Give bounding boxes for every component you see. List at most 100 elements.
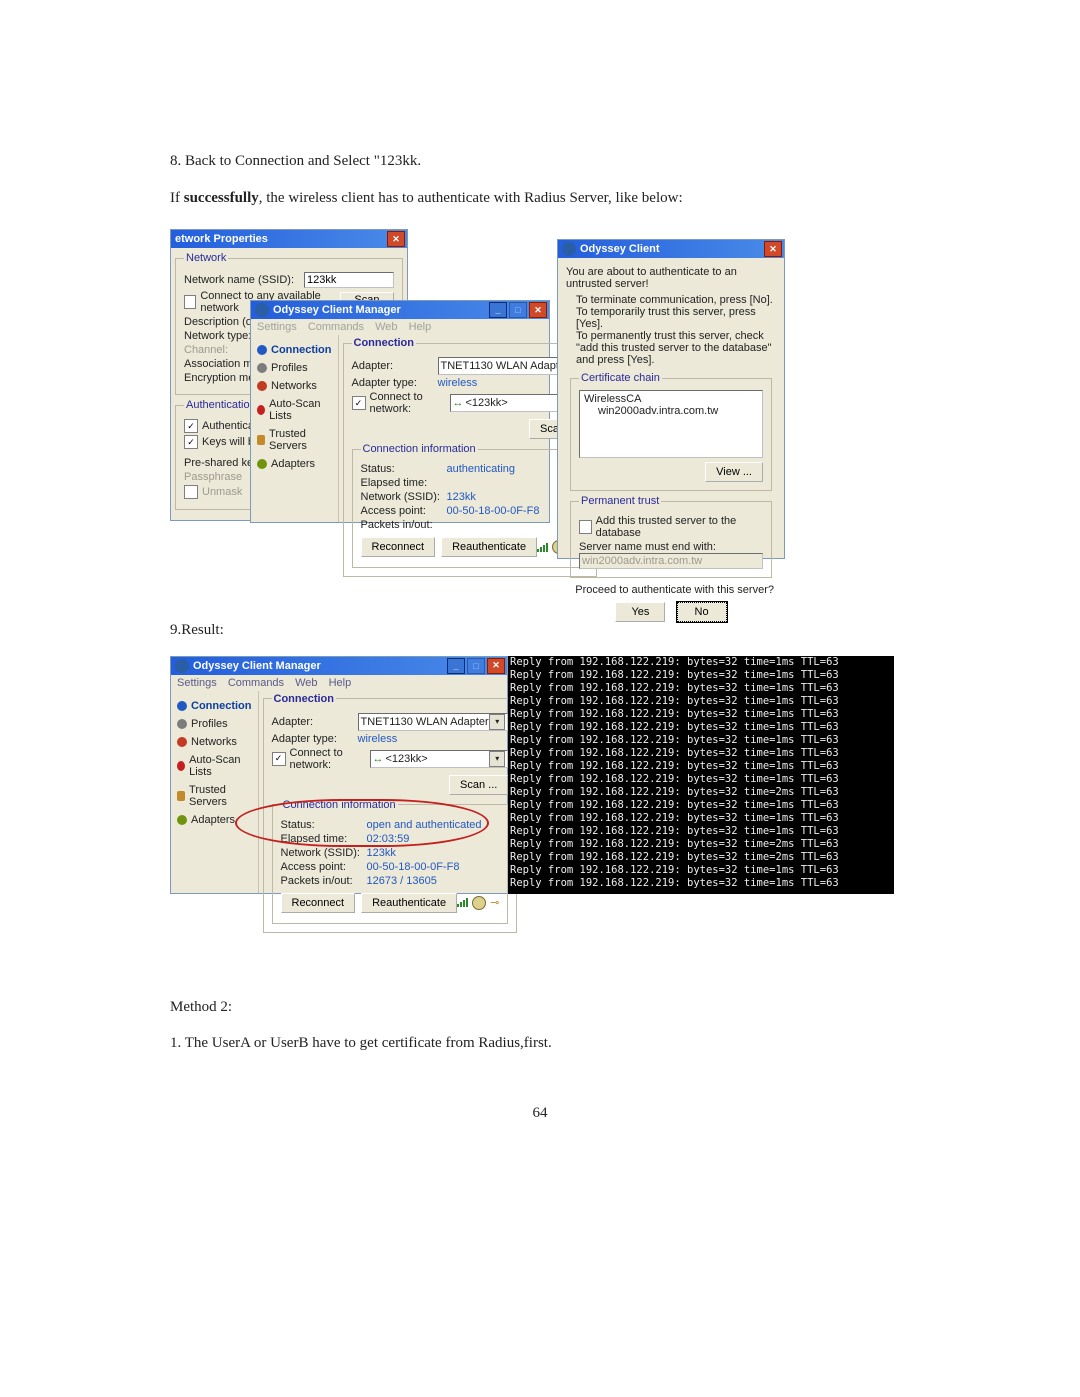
- odyssey-manager-result: Odyssey Client Manager _ □ ✕ Settings Co…: [170, 656, 508, 894]
- sidebar-item-profiles[interactable]: Profiles: [255, 359, 334, 377]
- close-icon[interactable]: ✕: [529, 302, 547, 318]
- endwith-label: Server name must end with:: [579, 541, 763, 553]
- pkt-val: 12673 / 13605: [367, 875, 437, 887]
- menu-web[interactable]: Web: [375, 321, 397, 333]
- lbl: Profiles: [191, 718, 228, 730]
- method2-step1: 1. The UserA or UserB have to get certif…: [170, 1032, 910, 1055]
- lbl: Connection: [191, 700, 252, 712]
- menu-settings[interactable]: Settings: [177, 677, 217, 689]
- minimize-icon[interactable]: _: [447, 658, 465, 674]
- lbl: Trusted Servers: [189, 784, 251, 808]
- connect-checkbox[interactable]: ✓: [352, 396, 366, 410]
- scan-button[interactable]: Scan ...: [449, 775, 508, 795]
- cert-item[interactable]: win2000adv.intra.com.tw: [584, 405, 758, 417]
- elapsed-label: Elapsed time:: [281, 833, 367, 845]
- chevron-down-icon[interactable]: ▾: [489, 714, 505, 730]
- sidebar-item-networks[interactable]: Networks: [255, 377, 334, 395]
- ap-val: 00-50-18-00-0F-F8: [447, 505, 540, 517]
- connect-checkbox[interactable]: ✓: [272, 752, 286, 766]
- keys-gen-checkbox[interactable]: ✓: [184, 435, 198, 449]
- ping-line: Reply from 192.168.122.219: bytes=32 tim…: [510, 877, 892, 890]
- pkt-label: Packets in/out:: [281, 875, 367, 887]
- menubar[interactable]: Settings Commands Web Help: [251, 319, 549, 335]
- ping-line: Reply from 192.168.122.219: bytes=32 tim…: [510, 734, 892, 747]
- menu-help[interactable]: Help: [329, 677, 352, 689]
- chevron-down-icon[interactable]: ▾: [489, 751, 505, 767]
- app-icon: [255, 303, 269, 317]
- atype-val: wireless: [438, 377, 478, 389]
- step8-text: 8. Back to Connection and Select "123kk.: [170, 150, 910, 173]
- ping-line: Reply from 192.168.122.219: bytes=32 tim…: [510, 838, 892, 851]
- ping-line: Reply from 192.168.122.219: bytes=32 tim…: [510, 682, 892, 695]
- signal-icon: [537, 543, 548, 552]
- reauth-button[interactable]: Reauthenticate: [441, 537, 537, 557]
- ssid-val: 123kk: [447, 491, 476, 503]
- method2-title: Method 2:: [170, 996, 910, 1019]
- reconnect-button[interactable]: Reconnect: [281, 893, 356, 913]
- legend: Connection information: [361, 443, 478, 455]
- menu-help[interactable]: Help: [409, 321, 432, 333]
- ping-line: Reply from 192.168.122.219: bytes=32 tim…: [510, 656, 892, 669]
- sidebar-item-trusted[interactable]: Trusted Servers: [255, 425, 334, 455]
- ssid-val: 123kk: [367, 847, 396, 859]
- sidebar-item-networks[interactable]: Networks: [175, 733, 254, 751]
- ody-titlebar[interactable]: Odyssey Client ✕: [558, 240, 784, 258]
- ping-line: Reply from 192.168.122.219: bytes=32 tim…: [510, 799, 892, 812]
- lbl: Profiles: [271, 362, 308, 374]
- odyssey-trust-dialog: Odyssey Client ✕ You are about to authen…: [557, 239, 785, 559]
- reauth-button[interactable]: Reauthenticate: [361, 893, 457, 913]
- elapsed-label: Elapsed time:: [361, 477, 447, 489]
- ping-line: Reply from 192.168.122.219: bytes=32 tim…: [510, 864, 892, 877]
- adapter-select[interactable]: TNET1130 WLAN Adapter▾: [358, 713, 509, 731]
- sidebar-item-adapters[interactable]: Adapters: [175, 811, 254, 829]
- lbl: Adapters: [271, 458, 315, 470]
- menu-settings[interactable]: Settings: [257, 321, 297, 333]
- legend: Certificate chain: [579, 372, 662, 384]
- result-label: 9.Result:: [170, 619, 910, 642]
- menu-commands[interactable]: Commands: [228, 677, 284, 689]
- sidebar-item-connection[interactable]: Connection: [175, 697, 254, 715]
- ap-label: Access point:: [281, 861, 367, 873]
- app-icon: [562, 242, 576, 256]
- cmd-output: Reply from 192.168.122.219: bytes=32 tim…: [508, 656, 894, 894]
- reconnect-button[interactable]: Reconnect: [361, 537, 436, 557]
- ping-line: Reply from 192.168.122.219: bytes=32 tim…: [510, 786, 892, 799]
- menubar[interactable]: Settings Commands Web Help: [171, 675, 507, 691]
- link-icon: ↔: [453, 397, 464, 409]
- ssid-input[interactable]: [304, 272, 394, 288]
- close-icon[interactable]: ✕: [387, 231, 405, 247]
- sidebar-item-adapters[interactable]: Adapters: [255, 455, 334, 473]
- ping-line: Reply from 192.168.122.219: bytes=32 tim…: [510, 773, 892, 786]
- cert-item[interactable]: WirelessCA: [584, 393, 758, 405]
- sidebar-item-profiles[interactable]: Profiles: [175, 715, 254, 733]
- auth-using-checkbox[interactable]: ✓: [184, 419, 198, 433]
- view-button[interactable]: View ...: [705, 462, 763, 482]
- network-select[interactable]: ↔<123kk>▾: [370, 750, 509, 768]
- props-titlebar[interactable]: etwork Properties ✕: [171, 230, 407, 248]
- any-net-checkbox[interactable]: [184, 295, 196, 309]
- screenshot-1: etwork Properties ✕ Network Network name…: [170, 229, 785, 569]
- msg3: To temporarily trust this server, press …: [576, 306, 776, 330]
- status-label: Status:: [361, 463, 447, 475]
- t-bold: successfully: [184, 190, 259, 206]
- close-icon[interactable]: ✕: [487, 658, 505, 674]
- minimize-icon[interactable]: _: [489, 302, 507, 318]
- adapter-label: Adapter:: [352, 360, 438, 372]
- mgr2-titlebar[interactable]: Odyssey Client Manager _ □ ✕: [171, 657, 507, 675]
- sidebar-item-trusted[interactable]: Trusted Servers: [175, 781, 254, 811]
- ody-title: Odyssey Client: [580, 243, 659, 255]
- proceed-text: Proceed to authenticate with this server…: [568, 584, 774, 596]
- menu-commands[interactable]: Commands: [308, 321, 364, 333]
- yes-button[interactable]: Yes: [615, 602, 665, 622]
- legend: Connection: [272, 693, 337, 705]
- menu-web[interactable]: Web: [295, 677, 317, 689]
- sidebar-item-autoscan[interactable]: Auto-Scan Lists: [175, 751, 254, 781]
- sidebar-item-autoscan[interactable]: Auto-Scan Lists: [255, 395, 334, 425]
- sidebar-item-connection[interactable]: Connection: [255, 341, 334, 359]
- key-icon: ⊸: [490, 896, 499, 909]
- no-button[interactable]: No: [677, 602, 727, 622]
- add-db-checkbox[interactable]: [579, 520, 592, 534]
- ssid-label: Network name (SSID):: [184, 274, 304, 286]
- mgr-titlebar[interactable]: Odyssey Client Manager _ □ ✕: [251, 301, 549, 319]
- close-icon[interactable]: ✕: [764, 241, 782, 257]
